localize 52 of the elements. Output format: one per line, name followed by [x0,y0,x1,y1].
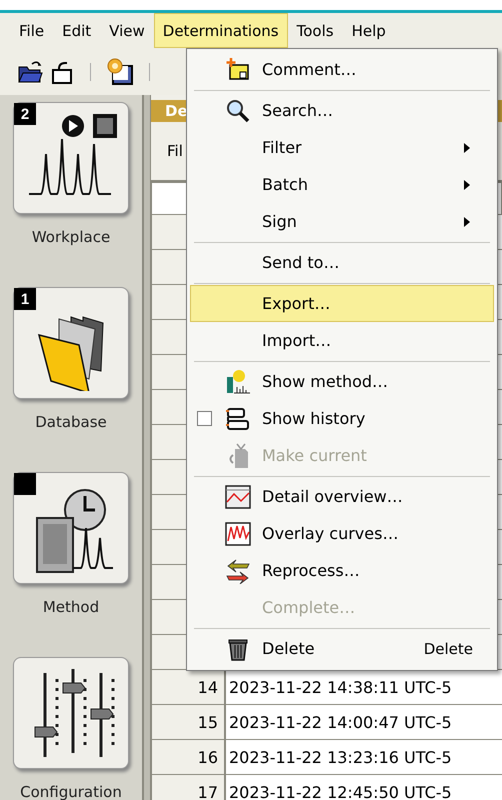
menu-title[interactable]: Tools [288,13,343,48]
menu-item[interactable]: Delete Delete [190,630,494,667]
date-cell: 2023-11-22 14:38:11 UTC-5 [225,670,502,705]
number-badge: 1 [14,288,36,310]
menu-item[interactable]: Send to… [190,244,494,281]
menu-item[interactable]: Overlay curves… [190,515,494,552]
sidebar-tile-button[interactable]: 2 [13,102,129,214]
method-chart-icon [225,368,251,394]
row-number: 16 [151,740,225,775]
search-icon [225,98,251,124]
menu-title[interactable]: File [10,13,54,48]
filter-label: Fil [167,142,183,160]
menu-title[interactable]: View [100,13,154,48]
sidebar-label: Method [42,598,100,616]
menu-item[interactable]: Import… [190,322,494,359]
date-cell: 2023-11-22 12:45:50 UTC-5 [225,775,502,800]
line-chart-icon [225,484,251,510]
menu-title[interactable]: Help [342,13,395,48]
row-number: 14 [151,670,225,705]
menu-item[interactable]: Sign [190,203,494,240]
menu-item[interactable]: Export… [190,285,494,322]
overlay-chart-icon [225,520,251,546]
menu-item[interactable]: Reprocess… [190,552,494,589]
submenu-arrow-icon [463,178,471,190]
submenu-arrow-icon [463,216,471,228]
menu-title[interactable]: Edit [53,13,100,48]
menu-item[interactable]: Filter [190,129,494,166]
row-number: 15 [151,705,225,740]
menu-item[interactable]: Show method… [190,363,494,400]
sidebar-label: Configuration [20,783,122,800]
menu-item[interactable]: Batch [190,166,494,203]
number-badge [14,473,36,495]
sidebar-tile-button[interactable] [13,472,129,584]
note-add-icon [225,56,251,82]
date-cell: 2023-11-22 14:00:47 UTC-5 [225,705,502,740]
checkbox[interactable] [196,411,212,426]
sidebar-tile-button[interactable]: 1 [13,287,129,399]
window-icon[interactable] [105,56,135,86]
menu-title[interactable]: Determinations [154,13,288,48]
row-number: 17 [151,775,225,800]
sidebar-label: Database [35,413,107,431]
sidebar-label: Workplace [32,228,110,246]
menu-item[interactable]: Search… [190,92,494,129]
menu-item[interactable]: Detail overview… [190,478,494,515]
refresh-arrows-icon [225,558,251,584]
sidebar-tile-button[interactable] [13,657,129,769]
menu-item[interactable]: Comment… [190,51,494,88]
menu-item[interactable]: Show history [190,400,494,437]
history-icon [225,406,251,432]
number-badge: 2 [14,103,36,125]
date-cell: 2023-11-22 13:23:16 UTC-5 [225,740,502,775]
submenu-arrow-icon [463,142,471,154]
